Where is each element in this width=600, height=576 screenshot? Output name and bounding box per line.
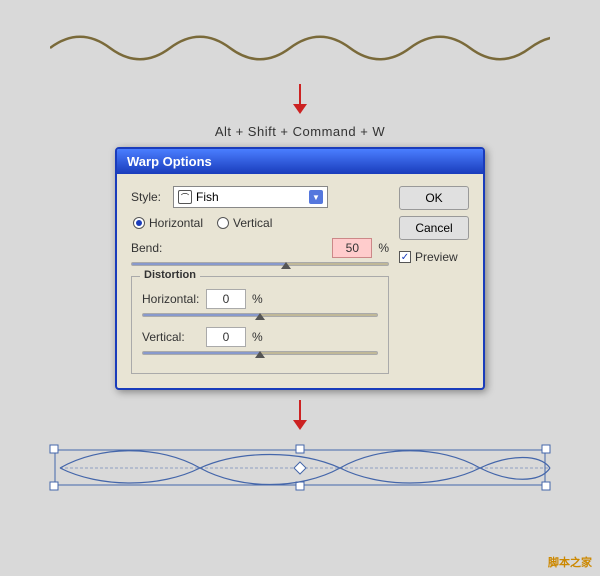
- top-wave-area: [0, 0, 600, 80]
- dialog-left: Style: ⌒ Fish ▼ Horizontal: [131, 186, 389, 374]
- dialog-right: OK Cancel ✓ Preview: [399, 186, 469, 374]
- radio-horizontal[interactable]: Horizontal: [133, 216, 203, 230]
- radio-vertical-circle: [217, 217, 229, 229]
- distortion-horizontal-label: Horizontal:: [142, 292, 200, 306]
- bend-slider-container: [131, 262, 389, 266]
- radio-horizontal-circle: [133, 217, 145, 229]
- radio-horizontal-fill: [136, 220, 142, 226]
- distortion-vertical-row: Vertical: %: [142, 327, 378, 347]
- orientation-row: Horizontal Vertical: [131, 216, 389, 230]
- cancel-button[interactable]: Cancel: [399, 216, 469, 240]
- distortion-vertical-percent: %: [252, 330, 263, 344]
- warp-options-dialog: Warp Options Style: ⌒ Fish ▼: [115, 147, 485, 390]
- distortion-legend: Distortion: [140, 269, 200, 281]
- distortion-vertical-label: Vertical:: [142, 330, 200, 344]
- radio-vertical[interactable]: Vertical: [217, 216, 272, 230]
- bend-input[interactable]: [332, 238, 372, 258]
- shortcut-text: Alt + Shift + Command + W: [215, 124, 385, 139]
- style-value: Fish: [196, 190, 219, 204]
- bend-label: Bend:: [131, 241, 167, 255]
- watermark: 脚本之家: [548, 554, 592, 570]
- horizontal-label: Horizontal: [149, 216, 203, 230]
- arrow-head-2: [293, 420, 307, 430]
- vertical-label: Vertical: [233, 216, 272, 230]
- bend-slider-thumb[interactable]: [281, 262, 291, 269]
- distortion-vertical-fill: [143, 352, 260, 354]
- distortion-vertical-thumb[interactable]: [255, 351, 265, 358]
- top-wave-svg: [50, 28, 550, 68]
- distortion-horizontal-fill: [143, 314, 260, 316]
- select-dropdown-arrow[interactable]: ▼: [309, 190, 323, 204]
- arrow-down-2: [293, 400, 307, 430]
- bend-slider-track[interactable]: [131, 262, 389, 266]
- preview-label: Preview: [415, 250, 458, 264]
- distortion-horizontal-thumb[interactable]: [255, 313, 265, 320]
- bottom-wave-area: [0, 440, 600, 495]
- dialog-body: Style: ⌒ Fish ▼ Horizontal: [117, 174, 483, 388]
- distortion-horizontal-slider-track[interactable]: [142, 313, 378, 317]
- distortion-horizontal-percent: %: [252, 292, 263, 306]
- dialog-title: Warp Options: [127, 154, 212, 169]
- preview-row: ✓ Preview: [399, 250, 469, 264]
- style-select[interactable]: ⌒ Fish ▼: [173, 186, 328, 208]
- arrow-shaft-2: [299, 400, 301, 420]
- bottom-wave-svg: [40, 440, 560, 495]
- distortion-horizontal-row: Horizontal: %: [142, 289, 378, 309]
- dialog-title-bar: Warp Options: [117, 149, 483, 174]
- style-row: Style: ⌒ Fish ▼: [131, 186, 389, 208]
- arrow-head-1: [293, 104, 307, 114]
- fish-icon: ⌒: [178, 190, 192, 204]
- ok-button[interactable]: OK: [399, 186, 469, 210]
- main-container: Alt + Shift + Command + W Warp Options S…: [0, 0, 600, 576]
- bend-percent: %: [378, 241, 389, 255]
- bend-row: Bend: %: [131, 238, 389, 258]
- style-label: Style:: [131, 190, 167, 204]
- distortion-vertical-slider-container: [142, 351, 378, 355]
- distortion-vertical-input[interactable]: [206, 327, 246, 347]
- distortion-group: Distortion Horizontal: %: [131, 276, 389, 374]
- preview-checkbox[interactable]: ✓: [399, 251, 411, 263]
- arrow-down-1: [293, 84, 307, 114]
- bend-slider-fill: [132, 263, 286, 265]
- distortion-vertical-slider-track[interactable]: [142, 351, 378, 355]
- distortion-horizontal-slider-container: [142, 313, 378, 317]
- distortion-horizontal-input[interactable]: [206, 289, 246, 309]
- arrow-shaft-1: [299, 84, 301, 104]
